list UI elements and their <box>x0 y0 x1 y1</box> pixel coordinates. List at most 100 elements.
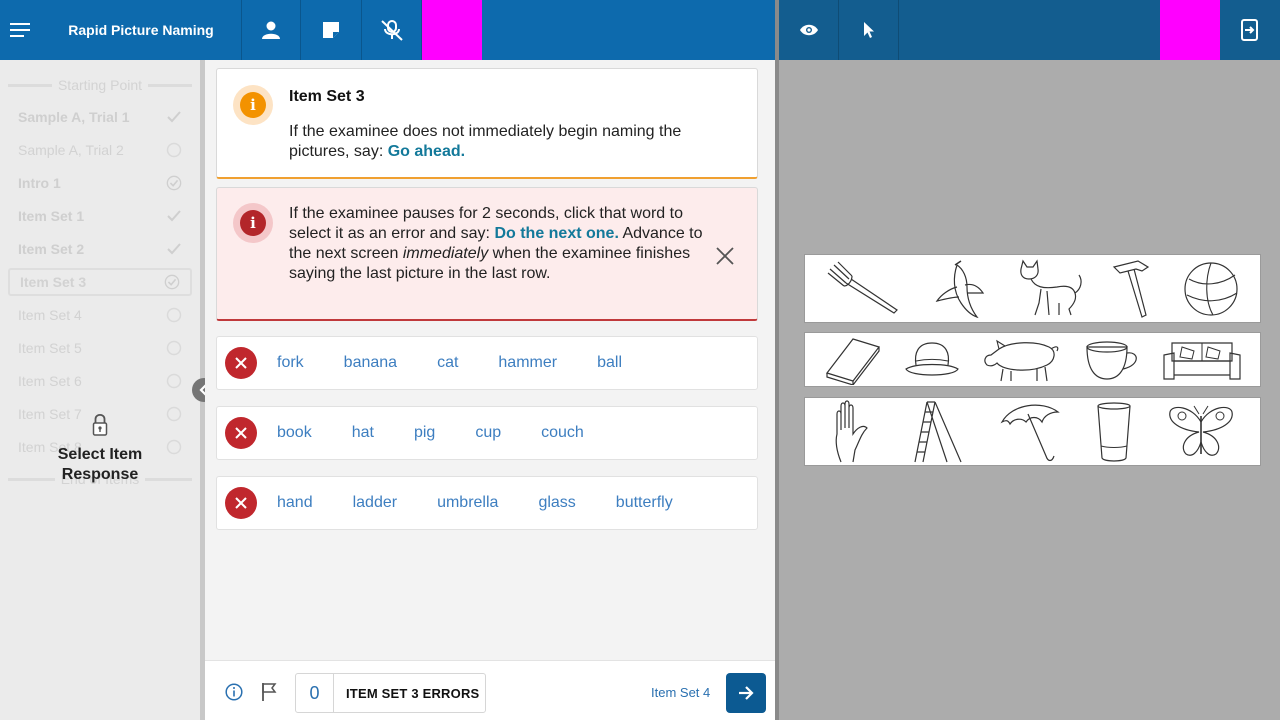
word-fork[interactable]: fork <box>277 354 304 372</box>
sidebar-item-intro-1[interactable]: Intro 1 <box>8 169 192 197</box>
sidebar-item-label: Intro 1 <box>18 175 61 191</box>
cat-picture <box>1013 258 1085 319</box>
hand-picture <box>829 399 879 464</box>
sidebar-item-label: Sample A, Trial 2 <box>18 142 124 158</box>
word-ladder[interactable]: ladder <box>353 494 397 512</box>
stimulus-row-3 <box>804 397 1261 466</box>
warning-emphasis: immediately <box>402 245 489 262</box>
item-content-area: i Item Set 3 If the examinee does not im… <box>205 60 775 660</box>
check-icon <box>166 241 182 257</box>
microphone-button[interactable] <box>362 0 422 60</box>
close-icon[interactable] <box>713 244 737 268</box>
item-row-3: hand ladder umbrella glass butterfly <box>216 476 758 530</box>
x-icon <box>235 497 247 509</box>
device-exit-button[interactable] <box>1220 0 1280 60</box>
sidebar-item-item-set-1[interactable]: Item Set 1 <box>8 202 192 230</box>
cup-picture <box>1083 337 1143 383</box>
word-cat[interactable]: cat <box>437 354 458 372</box>
word-hand[interactable]: hand <box>277 494 313 512</box>
menu-button[interactable] <box>0 0 41 60</box>
info-circle-icon[interactable] <box>225 683 243 701</box>
mark-row-error-button[interactable] <box>225 487 257 519</box>
notes-button[interactable] <box>301 0 362 60</box>
error-count-label: ITEM SET 3 ERRORS <box>346 685 480 701</box>
app-title: Rapid Picture Naming <box>68 22 214 38</box>
accent-marker-right <box>1160 0 1220 60</box>
pointer-button[interactable] <box>839 0 899 60</box>
umbrella-picture <box>998 400 1062 464</box>
hat-picture <box>902 337 962 383</box>
word-book[interactable]: book <box>277 424 312 442</box>
sidebar-item-label: Item Set 3 <box>20 274 87 290</box>
check-circle-icon <box>166 175 182 191</box>
error-count: 0 <box>296 674 334 712</box>
item-navigation-sidebar: Starting Point Sample A, Trial 1 Sample … <box>0 60 200 720</box>
go-ahead-prompt: Go ahead. <box>387 143 466 160</box>
empty-circle-icon <box>166 340 182 356</box>
flag-icon[interactable] <box>260 682 278 702</box>
sidebar-item-label: Sample A, Trial 1 <box>18 109 130 125</box>
word-umbrella[interactable]: umbrella <box>437 494 498 512</box>
empty-circle-icon <box>166 142 182 158</box>
word-cup[interactable]: cup <box>475 424 501 442</box>
item-row-1: fork banana cat hammer ball <box>216 336 758 390</box>
sidebar-item-sample-a-trial-2[interactable]: Sample A, Trial 2 <box>8 136 192 164</box>
sidebar-item-label: Item Set 4 <box>18 307 82 323</box>
word-hat[interactable]: hat <box>352 424 374 442</box>
check-icon <box>166 208 182 224</box>
sidebar-item-label: Item Set 1 <box>18 208 85 224</box>
preview-button[interactable] <box>779 0 839 60</box>
sidebar-item-item-set-4[interactable]: Item Set 4 <box>8 301 192 329</box>
word-ball[interactable]: ball <box>597 354 622 372</box>
empty-circle-icon <box>166 373 182 389</box>
exit-to-device-icon <box>1241 19 1258 41</box>
check-icon <box>166 109 182 125</box>
word-hammer[interactable]: hammer <box>498 354 557 372</box>
examinee-stimulus-panel <box>779 60 1280 720</box>
item-footer: 0 ITEM SET 3 ERRORS Item Set 4 <box>205 660 775 720</box>
examinee-button[interactable] <box>242 0 301 60</box>
warning-text: If the examinee pauses for 2 seconds, cl… <box>289 204 709 284</box>
instruction-text-body: If the examinee does not immediately beg… <box>289 123 682 160</box>
word-butterfly[interactable]: butterfly <box>616 494 673 512</box>
instruction-text: If the examinee does not immediately beg… <box>289 122 739 162</box>
glass-picture <box>1094 400 1134 464</box>
word-pig[interactable]: pig <box>414 424 435 442</box>
examinee-toolbar <box>779 0 1280 60</box>
sidebar-item-item-set-2[interactable]: Item Set 2 <box>8 235 192 263</box>
arrow-right-icon <box>739 686 754 700</box>
examiner-toolbar: Rapid Picture Naming <box>0 0 775 60</box>
mark-row-error-button[interactable] <box>225 417 257 449</box>
pig-picture <box>981 337 1063 383</box>
sidebar-item-item-set-3[interactable]: Item Set 3 <box>8 268 192 296</box>
info-icon: i <box>240 92 266 118</box>
sidebar-item-item-set-5[interactable]: Item Set 5 <box>8 334 192 362</box>
couch-picture <box>1162 335 1242 385</box>
check-circle-icon <box>164 274 180 290</box>
hamburger-menu-icon <box>9 23 30 37</box>
app-title-cell: Rapid Picture Naming <box>41 0 242 60</box>
alert-icon: i <box>240 210 266 236</box>
x-icon <box>235 357 247 369</box>
x-icon <box>235 427 247 439</box>
info-instruction-card: i Item Set 3 If the examinee does not im… <box>216 68 758 179</box>
word-glass[interactable]: glass <box>538 494 575 512</box>
next-item-label: Item Set 4 <box>651 685 711 700</box>
microphone-muted-icon <box>380 20 403 41</box>
select-item-response-label: Select Item Response <box>57 446 143 483</box>
sidebar-item-label: Item Set 2 <box>18 241 85 257</box>
word-couch[interactable]: couch <box>541 424 584 442</box>
cursor-icon <box>863 22 874 38</box>
sidebar-item-sample-a-trial-1[interactable]: Sample A, Trial 1 <box>8 103 192 131</box>
info-badge: i <box>233 85 273 125</box>
empty-circle-icon <box>166 307 182 323</box>
next-item-button[interactable] <box>726 673 766 713</box>
stimulus-row-1 <box>804 254 1261 323</box>
starting-point-label: Starting Point <box>57 77 143 93</box>
eye-icon <box>799 24 818 36</box>
butterfly-picture <box>1166 402 1236 462</box>
word-banana[interactable]: banana <box>344 354 397 372</box>
sidebar-item-item-set-6[interactable]: Item Set 6 <box>8 367 192 395</box>
mark-row-error-button[interactable] <box>225 347 257 379</box>
stimulus-row-2 <box>804 332 1261 387</box>
